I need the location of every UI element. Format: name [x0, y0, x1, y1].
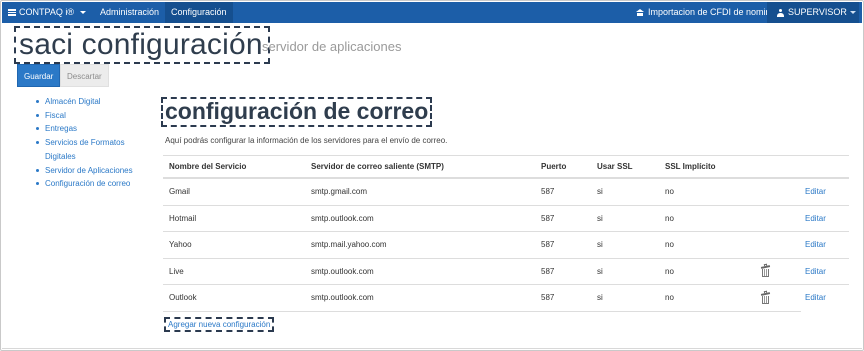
add-configuration-link[interactable]: Agregar nueva configuración: [164, 317, 275, 332]
smtp-server: smtp.outlook.com: [311, 293, 374, 303]
smtp-server: smtp.outlook.com: [311, 213, 374, 223]
sidebar-item-fiscal[interactable]: Fiscal: [35, 109, 155, 123]
port: 587: [541, 266, 555, 276]
delete-button[interactable]: [760, 285, 771, 311]
edit-link[interactable]: Editar: [805, 179, 826, 205]
edit-link[interactable]: Editar: [805, 259, 826, 285]
import-cfdi-label: Importacion de CFDI de nomina: [648, 7, 776, 17]
use-ssl: si: [597, 213, 603, 223]
sidebar-item-servidor-aplicaciones[interactable]: Servidor de Aplicaciones: [35, 164, 155, 178]
use-ssl: si: [597, 266, 603, 276]
user-icon: [777, 8, 784, 17]
trash-icon: [760, 263, 771, 278]
implicit-ssl: no: [665, 187, 674, 197]
chevron-down-icon: [79, 10, 86, 14]
smtp-server: smtp.mail.yahoo.com: [311, 240, 387, 250]
service-name: Gmail: [169, 187, 190, 197]
implicit-ssl: no: [665, 240, 674, 250]
user-label: SUPERVISOR: [788, 7, 847, 17]
mail-servers-table: Nombre del Servicio Servidor de correo s…: [163, 155, 849, 312]
table-row: Yahoo smtp.mail.yahoo.com 587 si no Edit…: [163, 232, 849, 259]
trash-icon: [760, 290, 771, 304]
table-row: Gmail smtp.gmail.com 587 si no Editar: [163, 179, 849, 206]
section-description: Aquí podrás configurar la información de…: [165, 136, 448, 145]
bank-icon: [636, 9, 644, 16]
sidebar-item-almacen-digital[interactable]: Almacén Digital: [35, 95, 155, 109]
smtp-server: smtp.outlook.com: [311, 266, 374, 276]
edit-link[interactable]: Editar: [805, 232, 826, 258]
service-name: Outlook: [169, 293, 197, 303]
nav-administracion[interactable]: Administración: [94, 2, 165, 23]
user-menu[interactable]: SUPERVISOR: [767, 2, 859, 23]
sidebar-item-entregas[interactable]: Entregas: [35, 122, 155, 136]
header-use-ssl: Usar SSL: [597, 162, 633, 171]
nav-import-cfdi[interactable]: Importacion de CFDI de nomina: [636, 2, 776, 23]
header-smtp: Servidor de correo saliente (SMTP): [311, 162, 444, 171]
sidebar-item-servicios-formatos[interactable]: Servicios de Formatos Digitales: [35, 136, 155, 163]
port: 587: [541, 187, 555, 197]
table-row: Outlook smtp.outlook.com 587 si no Edita…: [163, 285, 826, 312]
edit-link[interactable]: Editar: [805, 206, 826, 232]
use-ssl: si: [597, 293, 603, 303]
menu-icon: [8, 8, 16, 16]
use-ssl: si: [597, 187, 603, 197]
service-name: Yahoo: [169, 240, 192, 250]
save-button[interactable]: Guardar: [17, 64, 61, 87]
table-row: Hotmail smtp.outlook.com 587 si no Edita…: [163, 206, 849, 232]
top-navbar: CONTPAQ i® Administración Configuración …: [2, 2, 862, 23]
port: 587: [541, 213, 555, 223]
settings-sidebar: Almacén Digital Fiscal Entregas Servicio…: [35, 95, 155, 191]
chevron-down-icon[interactable]: [850, 11, 856, 14]
implicit-ssl: no: [665, 266, 674, 276]
implicit-ssl: no: [665, 293, 674, 303]
table-header: Nombre del Servicio Servidor de correo s…: [163, 155, 849, 179]
edit-link[interactable]: Editar: [805, 285, 826, 311]
header-service-name: Nombre del Servicio: [169, 162, 247, 171]
app-window: CONTPAQ i® Administración Configuración …: [0, 0, 864, 351]
implicit-ssl: no: [665, 213, 674, 223]
section-title: configuración de correo: [161, 97, 433, 127]
table-row: Live smtp.outlook.com 587 si no Editar: [163, 259, 849, 285]
sidebar-item-configuracion-correo[interactable]: Configuración de correo: [35, 177, 155, 191]
discard-button[interactable]: Descartar: [60, 64, 109, 87]
port: 587: [541, 293, 555, 303]
smtp-server: smtp.gmail.com: [311, 187, 368, 197]
nav-configuracion[interactable]: Configuración: [165, 2, 233, 23]
page-subtitle: servidor de aplicaciones: [262, 39, 402, 54]
header-implicit-ssl: SSL Implícito: [665, 162, 716, 171]
brand-label: CONTPAQ i®: [19, 7, 74, 17]
use-ssl: si: [597, 240, 603, 250]
page-title: saci configuración: [14, 26, 270, 64]
service-name: Live: [169, 266, 184, 276]
port: 587: [541, 240, 555, 250]
header-port: Puerto: [541, 162, 567, 171]
delete-button[interactable]: [760, 259, 771, 285]
brand-menu[interactable]: CONTPAQ i®: [8, 7, 86, 17]
service-name: Hotmail: [169, 213, 197, 223]
divider: [2, 348, 862, 349]
